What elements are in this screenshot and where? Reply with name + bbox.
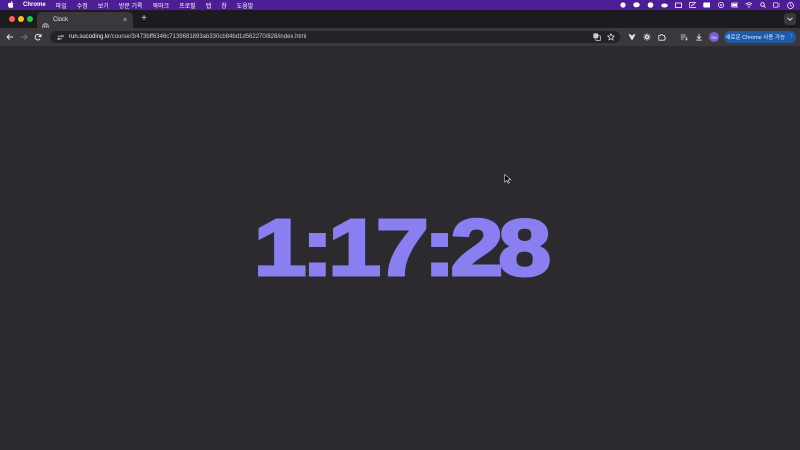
tab-clock[interactable]: Clock × xyxy=(37,12,133,30)
mouse-cursor-icon xyxy=(504,174,512,184)
reload-button[interactable] xyxy=(33,32,43,42)
keyboard-status-icon[interactable] xyxy=(703,2,710,8)
clock-display: 1:17:28 xyxy=(252,202,553,294)
chrome-update-button[interactable]: 새로운 Chrome 사용 가능 ⋮ xyxy=(724,31,796,43)
download-icon[interactable] xyxy=(694,32,704,42)
messenger-status-icon[interactable] xyxy=(647,2,654,8)
menu-help[interactable]: 도움말 xyxy=(237,1,254,10)
browser-toolbar: run.sucoding.kr/course/3/473bff6346c7139… xyxy=(0,28,800,46)
profile-avatar[interactable]: SN xyxy=(709,32,719,42)
settings-gear-icon[interactable] xyxy=(642,32,652,42)
menu-profiles[interactable]: 프로필 xyxy=(179,1,196,10)
chat-status-icon[interactable] xyxy=(633,2,640,8)
window-minimize-button[interactable] xyxy=(18,16,24,22)
menu-bookmarks[interactable]: 북마크 xyxy=(153,1,170,10)
media-controls-icon[interactable] xyxy=(679,32,689,42)
mail-status-icon[interactable] xyxy=(675,2,682,8)
cloud-status-icon[interactable] xyxy=(661,2,668,8)
record-status-icon[interactable] xyxy=(619,2,626,8)
pen-status-icon[interactable] xyxy=(689,2,696,8)
menu-window[interactable]: 창 xyxy=(221,1,227,10)
chrome-update-label: 새로운 Chrome 사용 가능 xyxy=(725,35,786,41)
extensions-puzzle-icon[interactable] xyxy=(657,32,667,42)
wifi-icon[interactable] xyxy=(745,2,752,8)
arrow-left-icon xyxy=(6,34,14,40)
menu-bar-status-area xyxy=(619,0,794,10)
url-host: run.sucoding.kr xyxy=(69,34,111,40)
battery-icon[interactable] xyxy=(731,2,738,8)
chevron-down-icon xyxy=(787,17,793,21)
siri-clock-icon[interactable] xyxy=(787,1,794,9)
spotlight-search-icon[interactable] xyxy=(759,2,766,8)
menu-tab[interactable]: 탭 xyxy=(206,1,212,10)
menu-history[interactable]: 방문 기록 xyxy=(119,1,143,10)
globe-icon xyxy=(42,17,49,30)
tab-close-button[interactable]: × xyxy=(120,17,130,24)
menu-view[interactable]: 보기 xyxy=(98,1,109,10)
address-bar[interactable]: run.sucoding.kr/course/3/473bff6346c7139… xyxy=(50,31,620,43)
tab-search-button[interactable] xyxy=(784,13,796,25)
bookmark-star-icon[interactable] xyxy=(606,32,616,42)
forward-button[interactable] xyxy=(19,32,29,42)
back-button[interactable] xyxy=(5,32,15,42)
browser-tab-strip: Clock × + xyxy=(0,10,800,30)
menu-file[interactable]: 파일 xyxy=(56,1,67,10)
site-info-icon[interactable] xyxy=(56,33,64,41)
url-text: run.sucoding.kr/course/3/473bff6346c7139… xyxy=(69,34,592,40)
new-tab-button[interactable]: + xyxy=(139,14,149,24)
more-menu-icon: ⋮ xyxy=(789,34,795,40)
menu-edit[interactable]: 수정 xyxy=(77,1,88,10)
tab-title: Clock xyxy=(53,17,69,23)
control-center-icon[interactable] xyxy=(773,2,780,8)
arrow-right-icon xyxy=(20,34,28,40)
translate-icon[interactable] xyxy=(592,32,602,42)
reload-icon xyxy=(34,33,42,41)
apple-menu-icon[interactable] xyxy=(7,0,14,10)
macos-menu-bar: Chrome 파일 수정 보기 방문 기록 북마크 프로필 탭 창 도움말 xyxy=(0,0,800,10)
window-close-button[interactable] xyxy=(9,16,15,22)
play-status-icon[interactable] xyxy=(717,2,724,8)
url-path: /course/3/473bff6346c7139681893ab330cb84… xyxy=(110,34,307,40)
menu-app-chrome[interactable]: Chrome xyxy=(23,2,46,8)
vue-devtools-icon[interactable] xyxy=(627,32,637,42)
window-maximize-button[interactable] xyxy=(27,16,33,22)
page-content: 1:17:28 xyxy=(0,46,800,450)
